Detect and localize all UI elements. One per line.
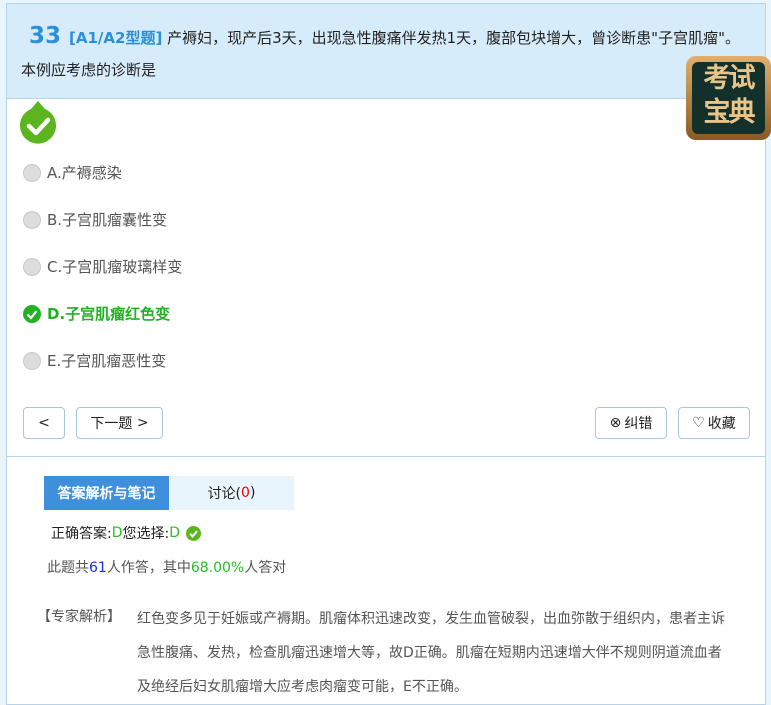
check-circle-icon bbox=[23, 304, 41, 323]
answer-stats: 此题共61人作答，其中68.00%人答对 bbox=[47, 557, 286, 577]
option-a[interactable]: A.产褥感染 bbox=[23, 162, 122, 183]
tab-discussion-close: ) bbox=[249, 485, 256, 501]
stats-rate: 68.00% bbox=[190, 560, 245, 576]
tab-discussion[interactable]: 讨论(0) bbox=[169, 476, 294, 510]
correct-answer-label: 正确答案: bbox=[51, 526, 112, 542]
check-circle-icon bbox=[186, 525, 201, 541]
report-error-button[interactable]: ⊗ 纠错 bbox=[595, 407, 667, 439]
correct-answer-value: D bbox=[111, 525, 123, 541]
option-label: A.产褥感染 bbox=[47, 164, 122, 182]
question-type: [A1/A2型题] bbox=[69, 29, 163, 47]
option-label: E.子宫肌瘤恶性变 bbox=[47, 352, 167, 370]
explanation-text: 红色变多见于妊娠或产褥期。肌瘤体积迅速改变，发生血管破裂，出血弥散于组织内，患者… bbox=[137, 611, 725, 695]
question-header: 33 [A1/A2型题] 产褥妇，现产后3天，出现急性腹痛伴发热1天，腹部包块增大… bbox=[7, 4, 765, 99]
report-label: 纠错 bbox=[624, 416, 653, 432]
stats-prefix: 此题共 bbox=[47, 560, 89, 576]
divider bbox=[7, 456, 765, 457]
question-number: 33 bbox=[29, 23, 62, 49]
option-b[interactable]: B.子宫肌瘤囊性变 bbox=[23, 209, 167, 230]
chosen-answer-value: D bbox=[169, 525, 180, 541]
stats-count: 61 bbox=[89, 560, 107, 576]
app-logo: 考试 宝典 bbox=[686, 56, 771, 140]
radio-icon[interactable] bbox=[23, 257, 41, 276]
prev-button[interactable]: < bbox=[23, 407, 65, 439]
option-label: D.子宫肌瘤红色变 bbox=[47, 305, 171, 323]
tab-discussion-label: 讨论( bbox=[207, 486, 242, 502]
chevron-left-icon: < bbox=[38, 415, 50, 431]
next-button[interactable]: 下一题 > bbox=[76, 407, 163, 439]
radio-icon[interactable] bbox=[23, 163, 41, 182]
radio-icon[interactable] bbox=[23, 210, 41, 229]
favorite-button[interactable]: ♡ 收藏 bbox=[678, 407, 750, 439]
discussion-count: 0 bbox=[241, 485, 250, 501]
logo-text: 考试 宝典 bbox=[692, 62, 765, 134]
favorite-label: 收藏 bbox=[707, 416, 736, 432]
chevron-right-icon: > bbox=[136, 415, 149, 431]
next-label: 下一题 bbox=[90, 416, 133, 432]
heart-icon: ♡ bbox=[692, 415, 705, 431]
close-circle-icon: ⊗ bbox=[609, 415, 622, 431]
option-label: B.子宫肌瘤囊性变 bbox=[47, 211, 168, 229]
radio-icon[interactable] bbox=[23, 351, 41, 370]
option-label: C.子宫肌瘤玻璃样变 bbox=[47, 258, 183, 276]
stats-middle: 人作答，其中 bbox=[106, 560, 191, 576]
option-c[interactable]: C.子宫肌瘤玻璃样变 bbox=[23, 256, 182, 277]
answered-correct-icon bbox=[20, 101, 56, 144]
option-e[interactable]: E.子宫肌瘤恶性变 bbox=[23, 350, 166, 371]
stats-suffix: 人答对 bbox=[244, 560, 287, 576]
chosen-answer-label: 您选择: bbox=[122, 526, 170, 542]
option-d[interactable]: D.子宫肌瘤红色变 bbox=[23, 303, 170, 324]
answer-summary: 正确答案: D 您选择: D bbox=[51, 523, 201, 543]
question-panel: 33 [A1/A2型题] 产褥妇，现产后3天，出现急性腹痛伴发热1天，腹部包块增大… bbox=[6, 3, 766, 705]
question-stem: 33 [A1/A2型题] 产褥妇，现产后3天，出现急性腹痛伴发热1天，腹部包块增大… bbox=[21, 20, 741, 86]
explanation-label: 【专家解析】 bbox=[37, 609, 121, 625]
tab-analysis[interactable]: 答案解析与笔记 bbox=[44, 476, 169, 510]
